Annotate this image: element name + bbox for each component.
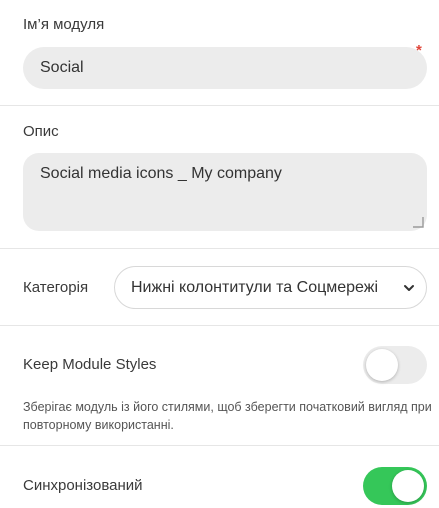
category-selected-value: Нижні колонтитули та Соцмережі xyxy=(131,278,379,296)
synced-label: Синхронізований xyxy=(23,477,143,494)
keep-styles-label: Keep Module Styles xyxy=(23,356,157,373)
module-name-label: Ім’я модуля xyxy=(23,16,105,33)
keep-styles-toggle[interactable] xyxy=(363,346,427,384)
category-select[interactable]: Нижні колонтитули та Соцмережі xyxy=(114,266,427,309)
keep-styles-help-text: Зберігає модуль із його стилями, щоб збе… xyxy=(23,400,432,432)
category-label: Категорія xyxy=(23,279,89,296)
divider xyxy=(0,248,439,249)
required-asterisk: * xyxy=(416,42,422,59)
module-name-input[interactable] xyxy=(23,47,427,89)
toggle-knob xyxy=(392,470,424,502)
description-label: Опис xyxy=(23,123,59,140)
divider xyxy=(0,325,439,326)
divider xyxy=(0,445,439,446)
toggle-knob xyxy=(366,349,398,381)
synced-toggle[interactable] xyxy=(363,467,427,505)
chevron-down-icon xyxy=(404,284,414,291)
description-textarea[interactable]: Social media icons _ My company xyxy=(23,153,427,231)
resize-handle-icon[interactable] xyxy=(412,216,424,228)
divider xyxy=(0,105,439,106)
